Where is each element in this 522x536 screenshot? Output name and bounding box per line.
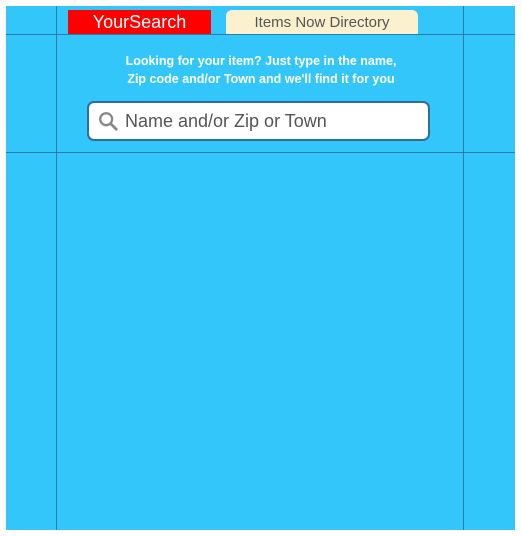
divider-left (56, 6, 57, 530)
divider-right (463, 6, 464, 530)
divider-middle (6, 152, 515, 153)
search-instructions: Looking for your item? Just type in the … (125, 54, 397, 86)
search-bar[interactable] (87, 101, 430, 141)
tab-items-now-directory[interactable]: Items Now Directory (226, 10, 418, 34)
search-input[interactable] (125, 110, 415, 132)
divider-top (6, 34, 515, 35)
tab-your-search[interactable]: YourSearch (68, 10, 211, 34)
app-canvas: YourSearch Items Now Directory Looking f… (6, 6, 515, 530)
search-icon (99, 112, 118, 131)
